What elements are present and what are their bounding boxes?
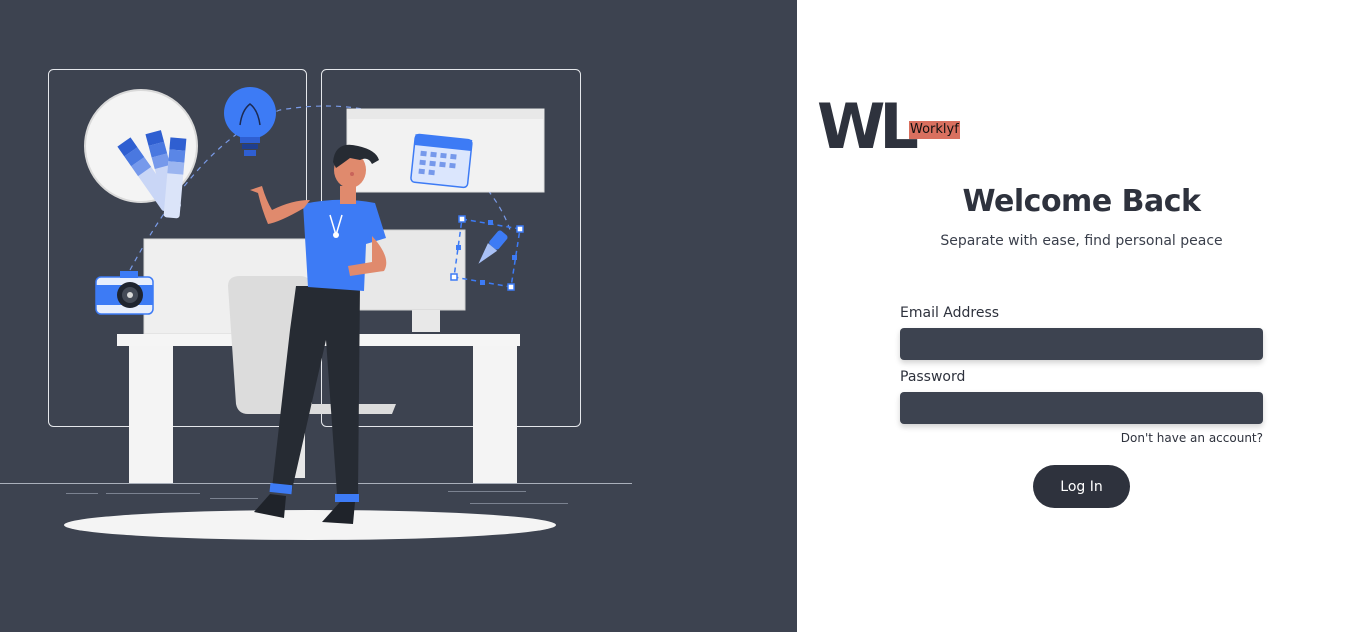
password-field[interactable] bbox=[900, 392, 1263, 424]
desk-leg-left bbox=[129, 346, 173, 483]
signup-link[interactable]: Don't have an account? bbox=[1121, 431, 1263, 445]
designer-desk-illustration bbox=[0, 69, 632, 540]
camera-icon bbox=[95, 271, 154, 315]
lightbulb-icon bbox=[224, 87, 276, 156]
calendar-icon bbox=[410, 133, 473, 189]
login-button[interactable]: Log In bbox=[1033, 465, 1130, 508]
desk-leg-right bbox=[473, 346, 517, 483]
page-title: Welcome Back bbox=[962, 184, 1201, 219]
password-label: Password bbox=[900, 369, 966, 385]
color-swatch-icon bbox=[84, 89, 198, 219]
email-label: Email Address bbox=[900, 305, 1000, 321]
login-panel: WL Worklyf Welcome Back Separate with ea… bbox=[797, 0, 1366, 632]
brand-name: Worklyf bbox=[909, 121, 960, 139]
page-subtitle: Separate with ease, find personal peace bbox=[940, 233, 1223, 249]
illustration-panel bbox=[0, 0, 797, 632]
email-field[interactable] bbox=[900, 328, 1263, 360]
floor-shadow bbox=[64, 510, 556, 540]
brand-mark: WL bbox=[817, 90, 919, 163]
